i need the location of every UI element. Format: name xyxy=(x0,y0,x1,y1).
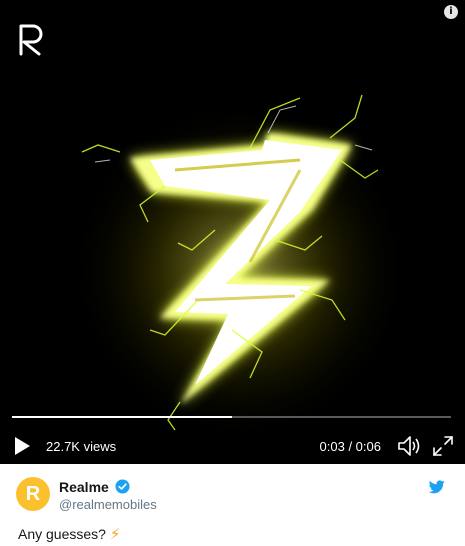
tweet-body: Any guesses? xyxy=(18,526,106,542)
video-time: 0:03 / 0:06 xyxy=(319,439,381,454)
tweet-text: Any guesses? ⚡ xyxy=(18,525,120,543)
verified-badge-icon xyxy=(115,479,130,494)
fullscreen-icon[interactable] xyxy=(432,435,454,457)
info-icon[interactable]: i xyxy=(444,5,458,19)
play-icon[interactable] xyxy=(13,436,31,456)
avatar[interactable]: R xyxy=(16,477,50,511)
tweet-card: i 22.7K views 0:03 / 0:06 R Realme @real… xyxy=(0,0,465,546)
view-count: 22.7K views xyxy=(46,439,117,454)
realme-r-logo xyxy=(19,24,43,56)
video-progress-bar[interactable] xyxy=(12,416,451,418)
author-handle[interactable]: @realmemobiles xyxy=(59,497,157,512)
video-progress-fill xyxy=(12,416,232,418)
video-player[interactable]: i 22.7K views 0:03 / 0:06 xyxy=(0,0,465,464)
volume-icon[interactable] xyxy=(397,435,421,457)
lightning-emoji: ⚡ xyxy=(109,526,121,543)
author-name[interactable]: Realme xyxy=(59,479,109,495)
video-frame-lightning xyxy=(70,94,410,440)
avatar-letter: R xyxy=(25,483,41,505)
twitter-bird-icon[interactable] xyxy=(429,480,445,494)
